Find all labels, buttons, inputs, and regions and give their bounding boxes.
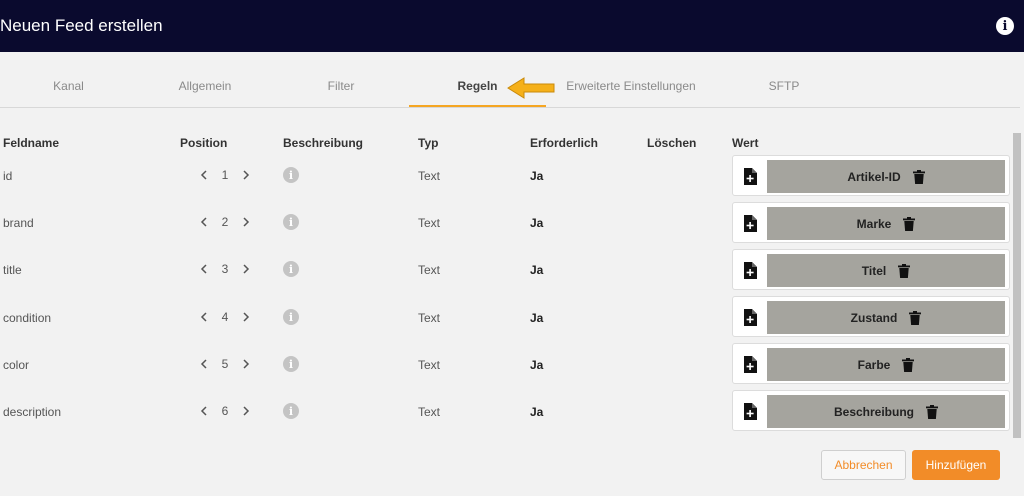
row-erforderlich: Ja xyxy=(530,169,544,183)
row-typ: Text xyxy=(418,169,441,183)
header-bar: Neuen Feed erstellen i xyxy=(0,0,1024,52)
description-info-icon[interactable]: i xyxy=(283,403,299,419)
position-stepper: 1 xyxy=(197,168,253,182)
wert-label: Farbe xyxy=(857,357,891,372)
pointer-arrow-icon xyxy=(507,77,555,99)
add-file-icon[interactable] xyxy=(743,215,757,232)
tab-allgemein[interactable]: Allgemein xyxy=(137,66,273,106)
chevron-right-icon[interactable] xyxy=(239,168,253,182)
wert-cell: Zustand xyxy=(732,296,1010,337)
description-info-icon[interactable]: i xyxy=(283,167,299,183)
wert-label: Artikel-ID xyxy=(847,169,901,184)
wert-cell: Farbe xyxy=(732,343,1010,384)
wert-cell: Titel xyxy=(732,249,1010,290)
row-feldname: condition xyxy=(3,311,52,325)
wert-cell: Beschreibung xyxy=(732,390,1010,431)
position-value: 3 xyxy=(221,262,229,276)
row-feldname: title xyxy=(3,263,22,277)
row-feldname: color xyxy=(3,358,30,372)
column-header-position: Position xyxy=(180,136,228,150)
page-title: Neuen Feed erstellen xyxy=(0,16,163,35)
row-erforderlich: Ja xyxy=(530,405,544,419)
position-stepper: 3 xyxy=(197,262,253,276)
chevron-right-icon[interactable] xyxy=(239,357,253,371)
chevron-right-icon[interactable] xyxy=(239,215,253,229)
info-icon[interactable]: i xyxy=(996,17,1014,35)
add-file-icon[interactable] xyxy=(743,356,757,373)
position-stepper: 6 xyxy=(197,404,253,418)
wert-button[interactable]: Artikel-ID xyxy=(767,160,1005,193)
trash-icon[interactable] xyxy=(909,310,922,325)
trash-icon[interactable] xyxy=(898,263,911,278)
description-info-icon[interactable]: i xyxy=(283,261,299,277)
row-erforderlich: Ja xyxy=(530,216,544,230)
chevron-left-icon[interactable] xyxy=(197,357,211,371)
add-button[interactable]: Hinzufügen xyxy=(912,450,1000,480)
row-typ: Text xyxy=(418,405,441,419)
row-erforderlich: Ja xyxy=(530,358,544,372)
wert-label: Marke xyxy=(856,216,892,231)
wert-button[interactable]: Titel xyxy=(767,254,1005,287)
position-stepper: 4 xyxy=(197,310,253,324)
wert-label: Titel xyxy=(861,263,887,278)
scrollbar-thumb[interactable] xyxy=(1013,133,1021,438)
row-typ: Text xyxy=(418,263,441,277)
position-value: 2 xyxy=(221,215,229,229)
column-header-feldname: Feldname xyxy=(3,136,60,150)
position-stepper: 2 xyxy=(197,215,253,229)
column-header-erforderlich: Erforderlich xyxy=(530,136,599,150)
row-feldname: id xyxy=(3,169,13,183)
trash-icon[interactable] xyxy=(912,169,925,184)
wert-label: Zustand xyxy=(850,310,898,325)
position-value: 1 xyxy=(221,168,229,182)
position-value: 5 xyxy=(221,357,229,371)
tab-kanal[interactable]: Kanal xyxy=(0,66,137,106)
wert-button[interactable]: Beschreibung xyxy=(767,395,1005,428)
row-typ: Text xyxy=(418,311,441,325)
chevron-left-icon[interactable] xyxy=(197,404,211,418)
trash-icon[interactable] xyxy=(926,404,938,419)
column-header-loeschen: Löschen xyxy=(647,136,697,150)
chevron-left-icon[interactable] xyxy=(197,310,211,324)
row-feldname: brand xyxy=(3,216,34,230)
chevron-right-icon[interactable] xyxy=(239,262,253,276)
position-value: 6 xyxy=(221,404,229,418)
tab-filter[interactable]: Filter xyxy=(273,66,409,106)
chevron-right-icon[interactable] xyxy=(239,404,253,418)
wert-cell: Artikel-ID xyxy=(732,155,1010,196)
row-typ: Text xyxy=(418,216,441,230)
description-info-icon[interactable]: i xyxy=(283,309,299,325)
chevron-left-icon[interactable] xyxy=(197,262,211,276)
description-info-icon[interactable]: i xyxy=(283,214,299,230)
row-feldname: description xyxy=(3,405,62,419)
chevron-right-icon[interactable] xyxy=(239,310,253,324)
position-stepper: 5 xyxy=(197,357,253,371)
cancel-button[interactable]: Abbrechen xyxy=(821,450,906,480)
wert-label: Beschreibung xyxy=(833,404,914,419)
trash-icon[interactable] xyxy=(902,357,915,372)
tab-sftp[interactable]: SFTP xyxy=(716,66,852,106)
column-header-wert: Wert xyxy=(732,136,759,150)
chevron-left-icon[interactable] xyxy=(197,168,211,182)
wert-button[interactable]: Marke xyxy=(767,207,1005,240)
row-erforderlich: Ja xyxy=(530,263,544,277)
wert-button[interactable]: Zustand xyxy=(767,301,1005,334)
column-header-typ: Typ xyxy=(418,136,439,150)
chevron-left-icon[interactable] xyxy=(197,215,211,229)
add-file-icon[interactable] xyxy=(743,403,757,420)
tab-erweiterte-einstellungen[interactable]: Erweiterte Einstellungen xyxy=(546,66,716,106)
row-typ: Text xyxy=(418,358,441,372)
add-file-icon[interactable] xyxy=(743,262,757,279)
column-header-beschreibung: Beschreibung xyxy=(283,136,364,150)
row-erforderlich: Ja xyxy=(530,311,544,325)
position-value: 4 xyxy=(221,310,229,324)
wert-button[interactable]: Farbe xyxy=(767,348,1005,381)
wert-cell: Marke xyxy=(732,202,1010,243)
add-file-icon[interactable] xyxy=(743,309,757,326)
trash-icon[interactable] xyxy=(903,216,916,231)
add-file-icon[interactable] xyxy=(743,168,757,185)
description-info-icon[interactable]: i xyxy=(283,356,299,372)
active-tab-indicator xyxy=(409,105,546,107)
